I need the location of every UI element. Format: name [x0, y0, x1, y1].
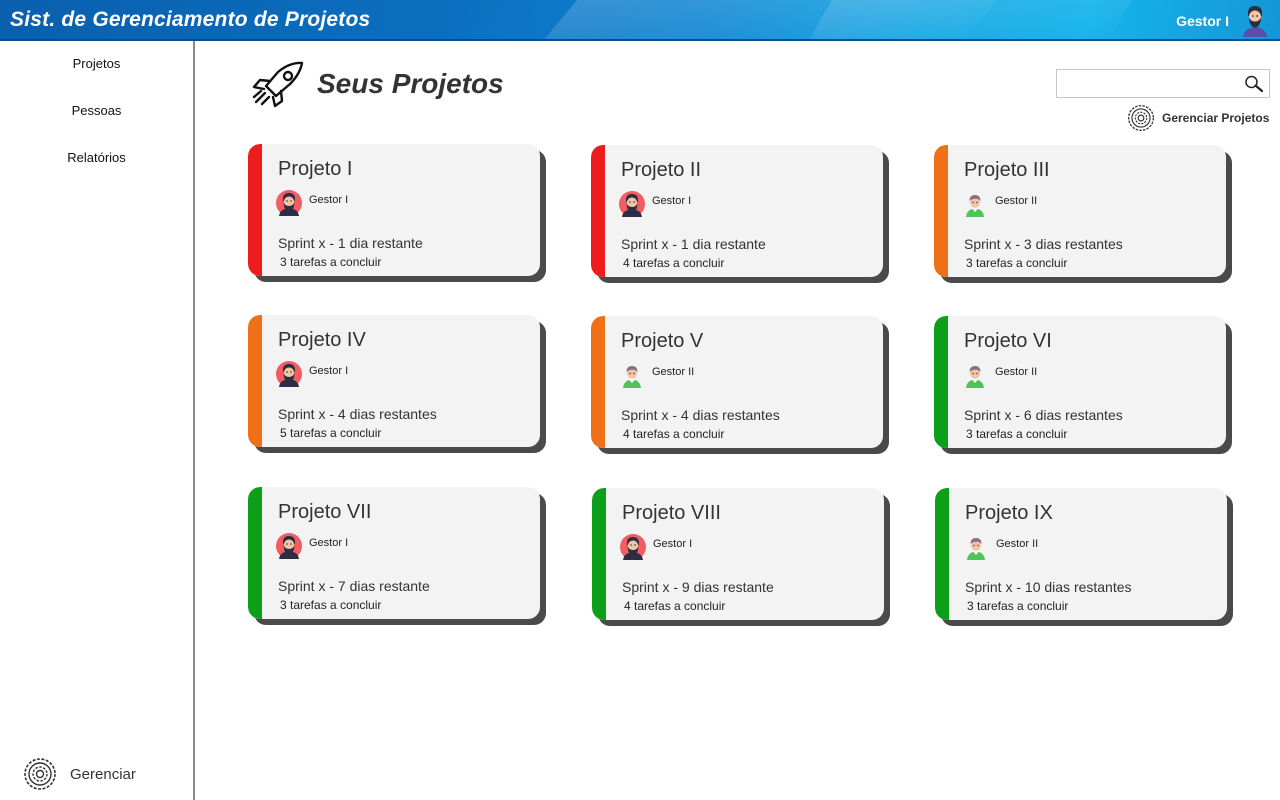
- rocket-icon: [252, 61, 304, 108]
- app-title: Sist. de Gerenciamento de Projetos: [10, 8, 371, 31]
- person-avatar-icon: [962, 362, 988, 388]
- project-title: Projeto IV: [278, 329, 366, 351]
- status-indicator: [591, 145, 605, 277]
- project-title: Projeto VIII: [622, 502, 721, 524]
- bearded-avatar-icon: [276, 533, 302, 559]
- project-manager: Gestor I: [276, 190, 348, 216]
- bearded-avatar-icon: [620, 534, 646, 560]
- app-header: Sist. de Gerenciamento de Projetos Gesto…: [0, 0, 1280, 41]
- sprint-status: Sprint x - 4 dias restantes: [621, 407, 780, 423]
- project-title: Projeto V: [621, 330, 704, 352]
- page-title: Seus Projetos: [317, 68, 504, 99]
- tasks-remaining: 3 tarefas a concluir: [966, 427, 1068, 441]
- project-card[interactable]: Projeto II Gestor I Sprint x - 1 dia res…: [591, 145, 883, 277]
- project-title: Projeto VI: [964, 330, 1052, 352]
- project-card[interactable]: Projeto III Gestor II Sprint x - 3 dias …: [934, 145, 1226, 277]
- project-card[interactable]: Projeto IX Gestor II Sprint x - 10 dias …: [935, 488, 1227, 620]
- manager-name: Gestor II: [995, 366, 1038, 378]
- sprint-status: Sprint x - 7 dias restante: [278, 578, 430, 594]
- sidebar-item-pessoas[interactable]: Pessoas: [0, 103, 193, 118]
- manager-name: Gestor I: [653, 538, 693, 550]
- search-input[interactable]: [1057, 70, 1237, 97]
- gear-icon: [22, 757, 58, 791]
- sprint-status: Sprint x - 6 dias restantes: [964, 407, 1123, 423]
- user-avatar-icon[interactable]: [1238, 3, 1272, 37]
- gear-icon: [1126, 104, 1156, 132]
- tasks-remaining: 5 tarefas a concluir: [280, 426, 382, 440]
- project-title: Projeto III: [964, 159, 1050, 181]
- status-indicator: [934, 145, 948, 277]
- manager-name: Gestor II: [995, 195, 1038, 207]
- manager-name: Gestor II: [996, 538, 1039, 550]
- manager-name: Gestor I: [309, 365, 349, 377]
- project-manager: Gestor I: [276, 533, 348, 559]
- search-icon[interactable]: [1244, 75, 1264, 93]
- tasks-remaining: 4 tarefas a concluir: [623, 256, 725, 270]
- project-title: Projeto I: [278, 158, 353, 180]
- person-avatar-icon: [963, 534, 989, 560]
- status-indicator: [248, 144, 262, 276]
- sidebar-item-projetos[interactable]: Projetos: [0, 56, 193, 71]
- project-title: Projeto VII: [278, 501, 372, 523]
- project-card[interactable]: Projeto V Gestor II Sprint x - 4 dias re…: [591, 316, 883, 448]
- project-manager: Gestor II: [963, 534, 1038, 560]
- manage-settings-label: Gerenciar: [70, 765, 136, 783]
- status-indicator: [248, 487, 262, 619]
- manager-name: Gestor I: [309, 194, 349, 206]
- project-card[interactable]: Projeto VII Gestor I Sprint x - 7 dias r…: [248, 487, 540, 619]
- manager-name: Gestor I: [652, 195, 692, 207]
- project-card[interactable]: Projeto VI Gestor II Sprint x - 6 dias r…: [934, 316, 1226, 448]
- person-avatar-icon: [962, 191, 988, 217]
- manage-projects-label: Gerenciar Projetos: [1162, 111, 1270, 125]
- sidebar: Projetos Pessoas Relatórios Gerenciar: [0, 41, 195, 800]
- status-indicator: [248, 315, 262, 447]
- sprint-status: Sprint x - 10 dias restantes: [965, 579, 1132, 595]
- search-box: [1056, 69, 1270, 98]
- project-manager: Gestor I: [276, 361, 348, 387]
- sidebar-item-relatorios[interactable]: Relatórios: [0, 150, 193, 165]
- manage-projects-button[interactable]: Gerenciar Projetos: [1126, 104, 1269, 132]
- status-indicator: [591, 316, 605, 448]
- tasks-remaining: 4 tarefas a concluir: [624, 599, 726, 613]
- sprint-status: Sprint x - 4 dias restantes: [278, 406, 437, 422]
- header-decoration: [808, 0, 1132, 39]
- project-title: Projeto II: [621, 159, 702, 181]
- sprint-status: Sprint x - 1 dia restante: [278, 235, 423, 251]
- tasks-remaining: 4 tarefas a concluir: [623, 427, 725, 441]
- status-indicator: [935, 488, 949, 620]
- status-indicator: [592, 488, 606, 620]
- project-manager: Gestor II: [962, 191, 1037, 217]
- manager-name: Gestor I: [309, 537, 349, 549]
- project-card[interactable]: Projeto I Gestor I Sprint x - 1 dia rest…: [248, 144, 540, 276]
- project-manager: Gestor II: [962, 362, 1037, 388]
- person-avatar-icon: [619, 362, 645, 388]
- tasks-remaining: 3 tarefas a concluir: [967, 599, 1069, 613]
- sprint-status: Sprint x - 1 dia restante: [621, 236, 766, 252]
- project-title: Projeto IX: [965, 502, 1053, 524]
- manager-name: Gestor II: [652, 366, 695, 378]
- sprint-status: Sprint x - 3 dias restantes: [964, 236, 1123, 252]
- manage-settings-button[interactable]: Gerenciar: [22, 757, 136, 791]
- tasks-remaining: 3 tarefas a concluir: [280, 598, 382, 612]
- project-card[interactable]: Projeto VIII Gestor I Sprint x - 9 dias …: [592, 488, 884, 620]
- project-manager: Gestor II: [619, 362, 694, 388]
- user-name[interactable]: Gestor I: [1176, 13, 1229, 29]
- project-manager: Gestor I: [619, 191, 691, 217]
- project-manager: Gestor I: [620, 534, 692, 560]
- project-card[interactable]: Projeto IV Gestor I Sprint x - 4 dias re…: [248, 315, 540, 447]
- bearded-avatar-icon: [276, 361, 302, 387]
- tasks-remaining: 3 tarefas a concluir: [966, 256, 1068, 270]
- tasks-remaining: 3 tarefas a concluir: [280, 255, 382, 269]
- bearded-avatar-icon: [619, 191, 645, 217]
- sprint-status: Sprint x - 9 dias restante: [622, 579, 774, 595]
- status-indicator: [934, 316, 948, 448]
- bearded-avatar-icon: [276, 190, 302, 216]
